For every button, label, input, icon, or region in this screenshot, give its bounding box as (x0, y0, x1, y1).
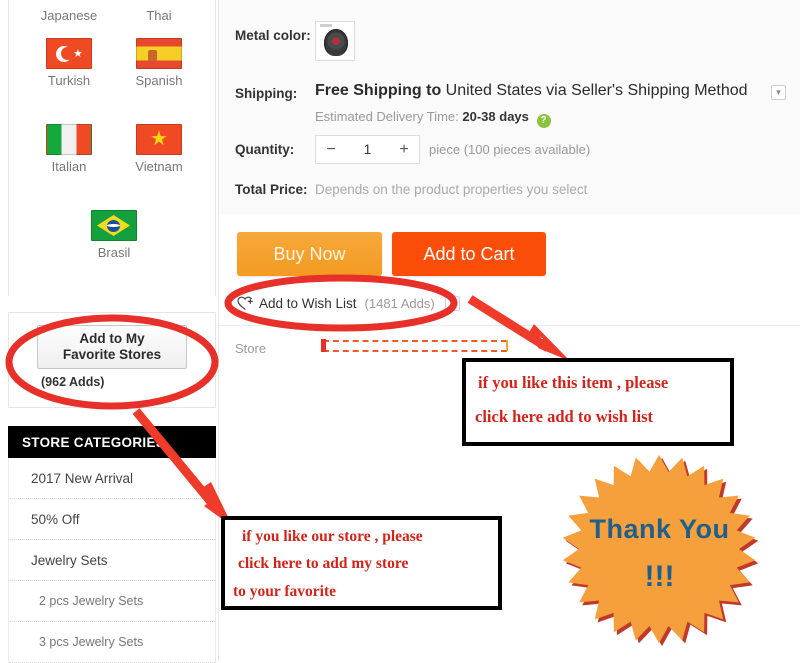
language-label: Thai (146, 8, 172, 23)
favorite-store-panel: Add to My Favorite Stores (962 Adds) (8, 312, 216, 408)
product-properties-panel: Metal color: Shipping: Free Shipping to … (219, 0, 800, 214)
thank-you-badge: Thank You !!! (557, 452, 762, 647)
category-item-2017-new-arrival[interactable]: 2017 New Arrival (9, 458, 215, 499)
quantity-input[interactable]: 1 (346, 142, 389, 157)
language-label: Spanish (135, 73, 183, 88)
category-label: 3 pcs Jewelry Sets (39, 635, 144, 649)
language-item-thai[interactable]: Thai (113, 8, 205, 24)
thank-you-text: Thank You (589, 514, 730, 544)
favorite-store-adds-count: (962 Adds) (41, 375, 105, 389)
language-flags-panel: Japanese Thai ★ Turkish Spanish Italian … (8, 0, 216, 296)
shipping-dropdown-chevron-down-icon[interactable]: ▾ (771, 85, 786, 100)
eta-label: Estimated Delivery Time: (315, 109, 459, 124)
annotation-store-line2: click here to add my store (238, 555, 409, 572)
category-item-2-pcs-jewelry-sets[interactable]: 2 pcs Jewelry Sets (9, 581, 215, 622)
shipping-destination-text: United States via Seller's Shipping Meth… (445, 82, 748, 99)
wish-list-count: (1481 Adds) (364, 295, 435, 311)
wish-list-label: Add to Wish List (259, 295, 357, 311)
language-label: Turkish (47, 73, 91, 88)
eta-unit: days (499, 109, 529, 124)
category-item-50-off[interactable]: 50% Off (9, 499, 215, 540)
shipping-free-text: Free Shipping to (315, 82, 442, 99)
language-item-italian[interactable]: Italian (23, 124, 115, 175)
language-label: Brasil (97, 245, 131, 260)
metal-color-label: Metal color: (235, 28, 311, 43)
brazil-flag-icon (91, 210, 137, 241)
quantity-decrement-button[interactable]: − (316, 141, 346, 159)
store-row-placeholder (321, 339, 508, 352)
section-divider (219, 325, 800, 326)
language-item-vietnam[interactable]: ★ Vietnam (113, 124, 205, 175)
language-label: Japanese (40, 8, 98, 23)
shipping-method-value: Free Shipping to United States via Selle… (315, 82, 748, 100)
spain-flag-icon (136, 38, 182, 69)
category-label: Jewelry Sets (31, 552, 108, 568)
category-label: 2017 New Arrival (31, 470, 134, 486)
buy-now-button[interactable]: Buy Now (237, 232, 382, 276)
quantity-availability-note: piece (100 pieces available) (429, 142, 591, 157)
store-categories-list: 2017 New Arrival 50% Off Jewelry Sets 2 … (8, 458, 216, 663)
thank-you-exclamation: !!! (644, 560, 675, 593)
quantity-label: Quantity: (235, 142, 295, 157)
turkey-flag-icon: ★ (46, 38, 92, 69)
language-item-turkish[interactable]: ★ Turkish (23, 38, 115, 89)
left-sidebar: Japanese Thai ★ Turkish Spanish Italian … (0, 0, 218, 663)
metal-color-swatch[interactable] (315, 21, 355, 61)
estimated-delivery-row: Estimated Delivery Time: 20-38 days ? (315, 109, 551, 128)
annotation-store-line1: if you like our store , please (242, 528, 423, 545)
add-to-wish-list-row[interactable]: Add to Wish List (1481 Adds) ▾ (237, 293, 460, 313)
add-to-favorite-stores-button[interactable]: Add to My Favorite Stores (37, 325, 187, 369)
eta-value: 20-38 (462, 109, 496, 124)
quantity-stepper[interactable]: − 1 + (315, 135, 420, 164)
quantity-increment-button[interactable]: + (389, 141, 419, 159)
add-to-cart-button[interactable]: Add to Cart (392, 232, 546, 276)
annotation-box-wish-list: if you like this item , please click her… (462, 358, 734, 446)
language-item-brasil[interactable]: Brasil (68, 210, 160, 261)
category-label: 50% Off (31, 511, 80, 527)
language-item-japanese[interactable]: Japanese (23, 8, 115, 24)
language-label: Vietnam (135, 159, 183, 174)
fav-button-line1: Add to My (79, 331, 145, 346)
wish-list-chevron-down-icon[interactable]: ▾ (444, 295, 460, 311)
annotation-box-store: if you like our store , please click her… (221, 516, 502, 610)
vietnam-flag-icon: ★ (136, 124, 182, 155)
annotation-store-line3: to your favorite (233, 583, 337, 600)
shipping-label: Shipping: (235, 86, 298, 101)
store-row-label: Store (235, 341, 267, 356)
annotation-wish-line1: if you like this item , please (478, 373, 669, 392)
heart-plus-icon (237, 295, 254, 311)
starburst-icon (562, 454, 759, 647)
total-price-value: Depends on the product properties you se… (315, 182, 588, 197)
language-item-spanish[interactable]: Spanish (113, 38, 205, 89)
italy-flag-icon (46, 124, 92, 155)
annotation-wish-line2: click here add to wish list (475, 407, 653, 426)
category-item-3-pcs-jewelry-sets[interactable]: 3 pcs Jewelry Sets (9, 622, 215, 663)
category-label: 2 pcs Jewelry Sets (39, 594, 144, 608)
fav-button-line2: Favorite Stores (62, 347, 162, 362)
language-label: Italian (51, 159, 87, 174)
store-categories-heading: STORE CATEGORIES (8, 426, 216, 458)
category-item-jewelry-sets[interactable]: Jewelry Sets (9, 540, 215, 581)
help-icon[interactable]: ? (536, 114, 551, 128)
total-price-label: Total Price: (235, 182, 308, 197)
